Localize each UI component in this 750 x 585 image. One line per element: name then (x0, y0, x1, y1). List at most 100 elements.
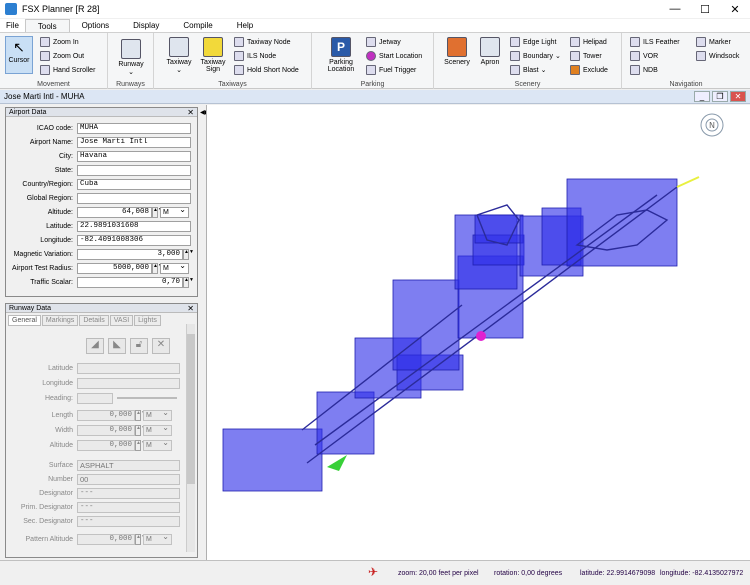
rw-altitude-input[interactable]: 0,000 (77, 439, 135, 451)
altitude-spinner[interactable]: ▲▼ (152, 206, 163, 218)
rw-longitude-input[interactable] (77, 377, 180, 389)
minimize-button[interactable]: — (660, 0, 690, 18)
edge-light-button[interactable]: Edge Light (510, 37, 556, 47)
rw-length-unit[interactable]: M (143, 408, 172, 421)
tower-button[interactable]: Tower (570, 51, 602, 61)
rw-pattern-unit[interactable]: M (143, 532, 172, 545)
start-location-marker[interactable] (476, 331, 486, 341)
city-input[interactable]: Havana (77, 150, 191, 162)
menu-compile[interactable]: Compile (171, 19, 224, 32)
rw-sec-designator-select[interactable]: --- (77, 515, 180, 527)
magvar-input[interactable]: 3,000 (77, 248, 183, 260)
scenery-button[interactable]: Scenery (442, 37, 472, 66)
icao-input[interactable]: MUHA (77, 122, 191, 134)
rw-pattern-spinner[interactable]: ▲▼ (135, 533, 146, 545)
rw-latitude-input[interactable] (77, 362, 180, 374)
windsock-button[interactable]: Windsock (696, 51, 739, 61)
traffic-scalar-input[interactable]: 0,70 (77, 276, 183, 288)
runway-panel-scrollbar[interactable] (186, 324, 195, 552)
rw-width-spinner[interactable]: ▲▼ (135, 424, 146, 436)
helipad-button[interactable]: Helipad (570, 37, 607, 47)
latitude-input[interactable]: 22.9891031608 (77, 220, 191, 232)
taxiway-button[interactable]: Taxiway ⌄ (162, 37, 196, 74)
tab-general[interactable]: General (8, 315, 41, 326)
rw-altitude-unit[interactable]: M (143, 438, 172, 451)
tab-details[interactable]: Details (79, 315, 109, 326)
rw-width-unit[interactable]: M (143, 423, 172, 436)
blast-button[interactable]: Blast ⌄ (510, 65, 546, 75)
taxiway-node-button[interactable]: Taxiway Node (234, 37, 291, 47)
country-input[interactable]: Cuba (77, 178, 191, 190)
rw-length-input[interactable]: 0,000 (77, 409, 135, 421)
doc-minimize-button[interactable]: _ (694, 91, 710, 102)
fuel-trigger-button[interactable]: Fuel Trigger (366, 65, 416, 75)
exclude-button[interactable]: Exclude (570, 65, 608, 75)
altitude-input[interactable]: 64,008 (77, 206, 152, 218)
ils-feather-button[interactable]: ILS Feather (630, 37, 680, 47)
rotate-right-icon[interactable]: ◣ (108, 338, 126, 354)
menu-display[interactable]: Display (121, 19, 171, 32)
boundary-button[interactable]: Boundary ⌄ (510, 51, 561, 61)
zoom-out-button[interactable]: Zoom Out (40, 51, 84, 61)
rotate-left-icon[interactable]: ◢ (86, 338, 104, 354)
runway-button[interactable]: Runway ⌄ (116, 39, 146, 76)
test-radius-spinner[interactable]: ▲▼ (152, 262, 163, 274)
longitude-input[interactable]: -82.4091008306 (77, 234, 191, 246)
rw-designator-select[interactable]: --- (77, 487, 180, 499)
heading-slider[interactable] (117, 397, 177, 399)
tab-vasi[interactable]: VASI (109, 315, 134, 326)
rw-surface-select[interactable]: ASPHALT (77, 459, 180, 471)
compass-icon[interactable]: N (700, 113, 724, 137)
hold-short-node-button[interactable]: Hold Short Node (234, 65, 299, 75)
map-canvas[interactable]: N (206, 105, 750, 560)
ils-node-button[interactable]: ILS Node (234, 51, 276, 61)
rw-length-spinner[interactable]: ▲▼ (135, 409, 146, 421)
jetway-button[interactable]: Jetway (366, 37, 401, 47)
delete-icon[interactable]: ✕ (152, 338, 170, 354)
parking-location-button[interactable]: P Parking Location (318, 37, 364, 73)
traffic-scalar-spinner[interactable]: ▲▼ (183, 276, 194, 288)
doc-restore-button[interactable]: ❐ (712, 91, 728, 102)
rw-pattern-altitude-input[interactable]: 0,000 (77, 533, 135, 545)
menu-options[interactable]: Options (70, 19, 122, 32)
close-icon[interactable]: ✕ (187, 108, 194, 117)
ils-feather-line[interactable] (676, 176, 700, 188)
rw-field-designator: Designator --- (6, 487, 180, 499)
vor-button[interactable]: VOR (630, 51, 658, 61)
scenery-tile[interactable] (566, 178, 678, 267)
zoom-in-button[interactable]: Zoom In (40, 37, 79, 47)
rw-prim-designator-select[interactable]: --- (77, 501, 180, 513)
test-radius-input[interactable]: 5000,000 (77, 262, 152, 274)
marker-icon (696, 37, 706, 47)
tab-lights[interactable]: Lights (134, 315, 161, 326)
rw-altitude-spinner[interactable]: ▲▼ (135, 439, 146, 451)
menu-help[interactable]: Help (225, 19, 265, 32)
lock-icon[interactable]: 🔓︎ (130, 338, 148, 354)
rw-width-input[interactable]: 0,000 (77, 424, 135, 436)
scenery-tile[interactable] (222, 428, 323, 492)
windsock-marker[interactable] (327, 455, 347, 471)
ndb-button[interactable]: NDB (630, 65, 658, 75)
doc-close-button[interactable]: ✕ (730, 91, 746, 102)
maximize-button[interactable]: ☐ (690, 0, 720, 18)
menu-tools[interactable]: Tools (24, 19, 70, 32)
marker-button[interactable]: Marker (696, 37, 731, 47)
taxiway-sign-button[interactable]: Taxiway Sign (198, 37, 228, 73)
rw-heading-input[interactable] (77, 392, 113, 404)
altitude-unit-select[interactable]: M (160, 205, 189, 218)
close-button[interactable]: ✕ (720, 0, 750, 18)
global-region-input[interactable] (77, 192, 191, 204)
apron-button[interactable]: Apron (476, 37, 504, 66)
airport-name-input[interactable]: Jose Marti Intl (77, 136, 191, 148)
close-icon[interactable]: ✕ (187, 304, 194, 313)
start-location-button[interactable]: Start Location (366, 51, 422, 61)
hand-scroller-button[interactable]: Hand Scroller (40, 65, 95, 75)
rw-number-select[interactable]: 00 (77, 473, 180, 485)
panel-splitter[interactable]: ◀▶ (199, 105, 209, 560)
menu-file[interactable]: File (0, 19, 25, 32)
tab-markings[interactable]: Markings (41, 315, 79, 326)
cursor-button[interactable]: ↖ Cursor (5, 36, 33, 74)
test-radius-unit-select[interactable]: M (160, 261, 189, 274)
state-input[interactable] (77, 164, 191, 176)
magvar-spinner[interactable]: ▲▼ (183, 248, 194, 260)
